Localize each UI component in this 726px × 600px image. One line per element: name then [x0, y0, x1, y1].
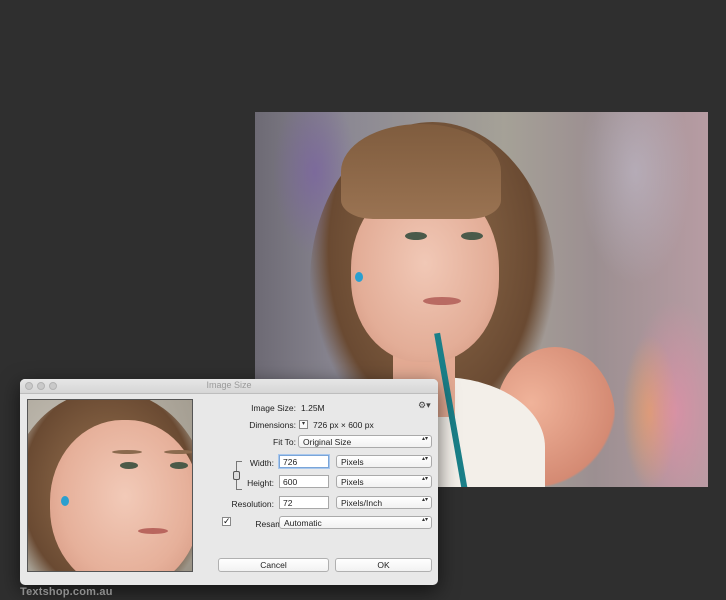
image-preview[interactable] [27, 399, 193, 572]
resolution-input[interactable]: 72 [279, 496, 329, 509]
width-unit-value: Pixels [341, 457, 364, 467]
updown-icon: ▴▾ [421, 436, 428, 442]
height-label: Height: [247, 478, 274, 488]
preview-eye-right [170, 462, 188, 469]
resample-method-select[interactable]: Automatic ▴▾ [279, 516, 432, 529]
gear-icon[interactable]: ⚙▾ [418, 400, 431, 411]
updown-icon: ▴▾ [421, 497, 428, 503]
fit-to-label: Fit To: [273, 437, 296, 447]
ok-button[interactable]: OK [335, 558, 432, 572]
image-size-label: Image Size: [251, 403, 296, 413]
resample-checkbox[interactable]: ✓ [222, 517, 231, 526]
resolution-unit-select[interactable]: Pixels/Inch ▴▾ [336, 496, 432, 509]
updown-icon: ▴▾ [421, 517, 428, 523]
preview-eye-left [120, 462, 138, 469]
height-unit-value: Pixels [341, 477, 364, 487]
fit-to-select[interactable]: Original Size ▴▾ [298, 435, 432, 448]
preview-face [50, 420, 192, 571]
preview-brow-left [112, 450, 142, 454]
resolution-unit-value: Pixels/Inch [341, 498, 383, 508]
updown-icon: ▴▾ [421, 456, 428, 462]
preview-mouth [138, 528, 168, 534]
dialog-titlebar[interactable]: Image Size [20, 379, 438, 394]
fit-to-value: Original Size [303, 437, 352, 447]
chain-link-icon[interactable] [233, 471, 240, 480]
resolution-label: Resolution: [231, 499, 274, 509]
dimensions-value: 726 px × 600 px [313, 420, 374, 430]
width-input[interactable]: 726 [279, 455, 329, 468]
link-bracket-bottom [236, 489, 242, 490]
preview-earring [61, 496, 69, 506]
dimensions-label: Dimensions: [249, 420, 296, 430]
image-size-value: 1.25M [301, 403, 325, 413]
updown-icon: ▴▾ [421, 476, 428, 482]
photo-hair-top [341, 124, 501, 219]
photo-mouth [423, 297, 461, 305]
width-unit-select[interactable]: Pixels ▴▾ [336, 455, 432, 468]
height-input[interactable]: 600 [279, 475, 329, 488]
photo-earring [355, 272, 363, 282]
height-unit-select[interactable]: Pixels ▴▾ [336, 475, 432, 488]
width-label: Width: [249, 458, 274, 468]
photo-eye-left [405, 232, 427, 240]
link-bracket-top [236, 461, 242, 462]
image-size-dialog: Image Size Image Size: 1.25M ⚙▾ Dimensio… [20, 379, 438, 585]
photo-eye-right [461, 232, 483, 240]
cancel-button[interactable]: Cancel [218, 558, 329, 572]
preview-brow-right [164, 450, 192, 454]
resample-method-value: Automatic [284, 518, 322, 528]
watermark-text: Textshop.com.au [20, 586, 113, 598]
dialog-title: Image Size [206, 380, 252, 390]
dimensions-dropdown-icon[interactable]: ▾ [299, 420, 308, 429]
